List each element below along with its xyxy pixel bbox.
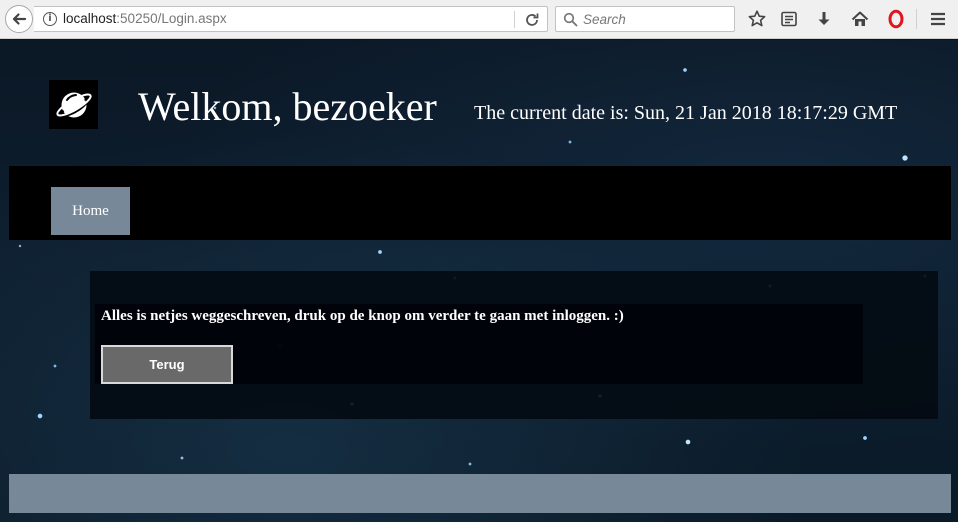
planet-icon — [55, 92, 92, 117]
download-icon[interactable] — [814, 9, 834, 29]
page-viewport: Welkom, bezoeker The current date is: Su… — [0, 40, 958, 522]
back-to-login-button[interactable]: Terug — [101, 345, 233, 384]
opera-icon[interactable] — [886, 9, 906, 29]
reading-list-icon[interactable] — [779, 9, 799, 29]
success-message: Alles is netjes weggeschreven, druk op d… — [101, 308, 624, 324]
current-date-text: The current date is: Sun, 21 Jan 2018 18… — [474, 102, 898, 124]
footer-bar — [9, 474, 951, 513]
site-logo — [49, 80, 98, 129]
url-path: :50250/Login.aspx — [116, 11, 227, 26]
content-panel: Alles is netjes weggeschreven, druk op d… — [90, 271, 938, 419]
nav-bar: Home — [9, 166, 951, 240]
menu-icon[interactable] — [928, 9, 948, 29]
nav-item-home[interactable]: Home — [51, 187, 130, 235]
url-separator — [514, 11, 515, 28]
search-bar[interactable]: Search — [555, 6, 735, 32]
home-icon[interactable] — [850, 9, 870, 29]
bookmark-star-icon[interactable] — [747, 9, 767, 29]
url-host: localhost — [63, 11, 117, 26]
search-input[interactable]: Search — [583, 12, 626, 28]
back-icon — [12, 13, 27, 25]
browser-toolbar: i localhost:50250/Login.aspx Search — [0, 0, 958, 39]
search-icon — [563, 12, 578, 27]
url-bar[interactable]: i localhost:50250/Login.aspx — [34, 6, 548, 32]
welcome-heading: Welkom, bezoeker — [138, 84, 437, 129]
toolbar-divider — [916, 9, 917, 29]
info-icon[interactable]: i — [43, 12, 57, 26]
url-text[interactable]: localhost:50250/Login.aspx — [63, 11, 227, 27]
reload-icon[interactable] — [523, 11, 541, 29]
back-button[interactable] — [5, 5, 33, 33]
